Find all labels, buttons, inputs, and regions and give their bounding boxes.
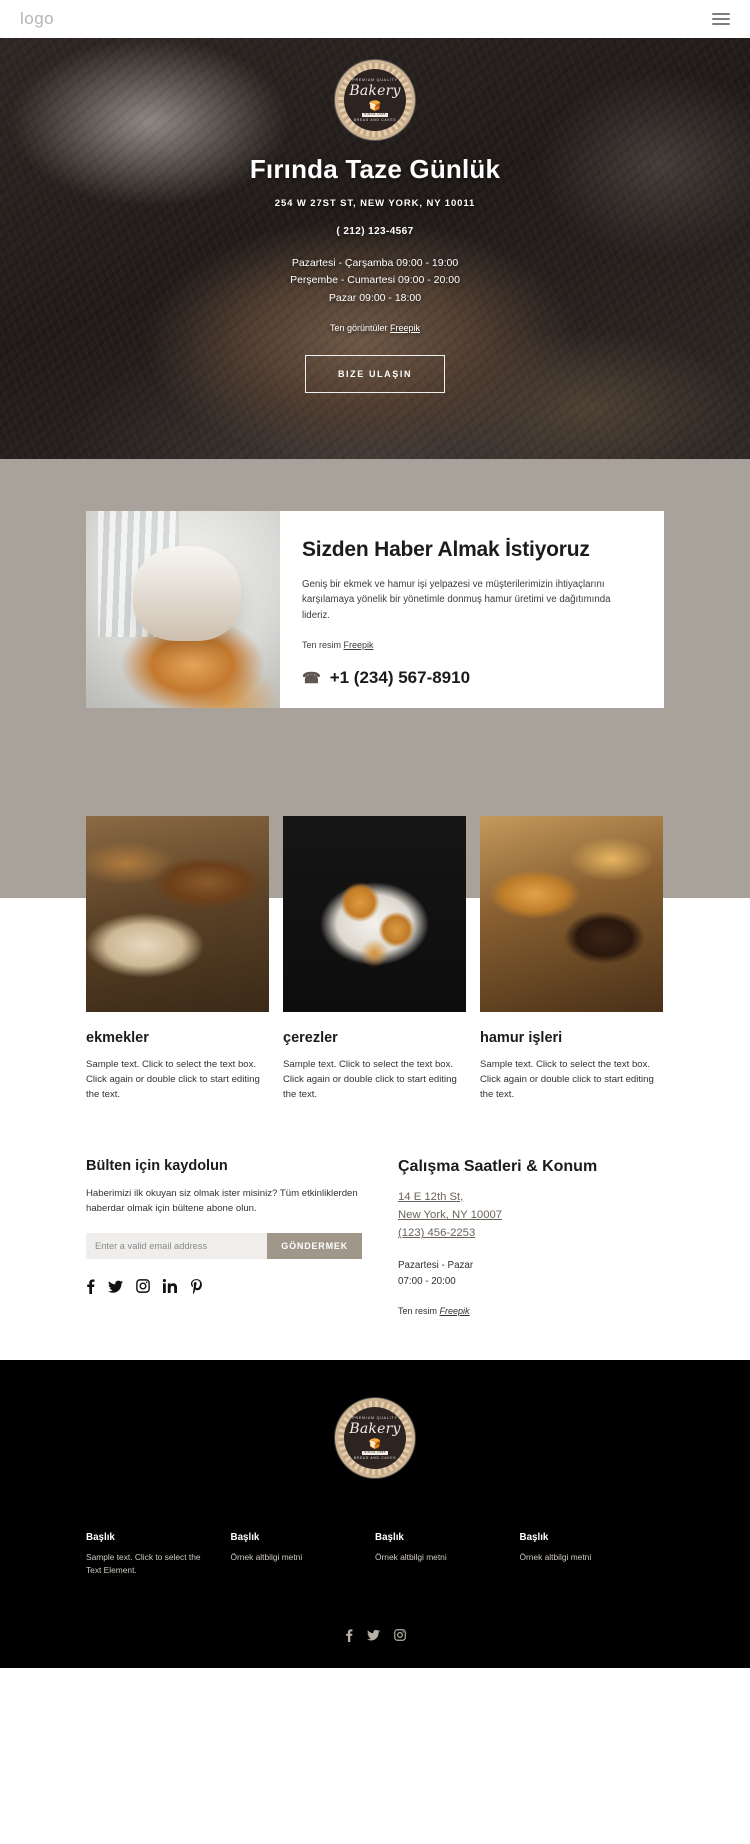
footer-column-title: Başlık — [519, 1531, 549, 1543]
hero-hours: Pazartesi - Çarşamba 09:00 - 19:00 Perşe… — [0, 255, 750, 307]
hero-hours-line: Perşembe - Cumartesi 09:00 - 20:00 — [290, 274, 460, 287]
address-line-1[interactable]: 14 E 12th St, — [398, 1188, 664, 1206]
footer-column: Başlık Örnek altbilgi metni — [375, 1532, 520, 1577]
twitter-icon[interactable] — [366, 1629, 380, 1642]
site-logo[interactable]: logo — [20, 9, 54, 29]
email-input[interactable] — [86, 1232, 268, 1259]
footer-column-text: Örnek altbilgi metni — [519, 1551, 592, 1562]
badge-bottom-text: BREAD AND CAKES — [353, 117, 397, 122]
footer-column-text: Sample text. Click to select the Text El… — [86, 1551, 201, 1575]
newsletter-description: Haberimizi ilk okuyan siz olmak ister mi… — [86, 1187, 358, 1215]
newsletter-title: Bülten için kaydolun — [86, 1157, 228, 1174]
product-image — [480, 815, 663, 1012]
product-cards: ekmekler Sample text. Click to select th… — [86, 815, 664, 1103]
opening-hours: Pazartesi - Pazar 07:00 - 20:00 — [398, 1258, 664, 1290]
hero-hours-line: Pazartesi - Çarşamba 09:00 - 19:00 — [291, 257, 459, 269]
hours-credit-prefix: Ten resim — [398, 1305, 440, 1316]
product-title: çerezler — [283, 1029, 338, 1046]
newsletter-form: GÖNDERMEK — [86, 1232, 362, 1259]
newsletter-block: Bülten için kaydolun Haberimizi ilk okuy… — [86, 1158, 386, 1316]
hero-section: PREMIUM QUALITY Bakery 🍞 SINCE 1988 BREA… — [0, 38, 750, 459]
newsletter-and-hours-section: Bülten için kaydolun Haberimizi ilk okuy… — [86, 1108, 664, 1360]
product-text: Sample text. Click to select the text bo… — [480, 1058, 654, 1101]
hero-image-credit: Ten görüntüler Freepik — [0, 323, 750, 333]
footer-columns: Başlık Sample text. Click to select the … — [86, 1532, 664, 1577]
hero-title: Fırında Taze Günlük — [249, 154, 501, 184]
newsletter-submit-button[interactable]: GÖNDERMEK — [267, 1232, 362, 1259]
footer-column-title: Başlık — [375, 1531, 404, 1543]
footer-column-title: Başlık — [86, 1531, 115, 1543]
contact-us-button[interactable]: BIZE ULAŞIN — [304, 354, 446, 393]
product-cards-wrap: ekmekler Sample text. Click to select th… — [0, 767, 750, 1108]
about-credit-link[interactable]: Freepik — [344, 640, 374, 650]
about-phone-row[interactable]: ☎ +1 (234) 567-8910 — [302, 668, 638, 688]
twitter-icon[interactable] — [108, 1280, 123, 1293]
hero-credit-prefix: Ten görüntüler — [329, 322, 391, 333]
product-text: Sample text. Click to select the text bo… — [86, 1058, 260, 1101]
footer-badge-top-text: PREMIUM QUALITY — [352, 1415, 398, 1420]
hero-credit-link[interactable]: Freepik — [390, 323, 420, 333]
footer-badge-since: SINCE 1988 — [362, 1449, 388, 1455]
badge-name: Bakery — [349, 83, 401, 100]
wheat-icon: 🍞 — [368, 100, 382, 112]
footer-column-title: Başlık — [230, 1531, 260, 1543]
opening-time: 07:00 - 20:00 — [398, 1275, 456, 1287]
instagram-icon[interactable] — [393, 1629, 406, 1642]
product-text: Sample text. Click to select the text bo… — [283, 1058, 457, 1101]
site-footer: PREMIUM QUALITY Bakery 🍞 SINCE 1988 BREA… — [0, 1359, 750, 1668]
bakery-logo-badge: PREMIUM QUALITY Bakery 🍞 SINCE 1988 BREA… — [335, 60, 415, 140]
newsletter-social-row — [86, 1278, 362, 1294]
badge-since: SINCE 1988 — [362, 111, 388, 117]
about-image — [86, 511, 280, 708]
facebook-icon[interactable] — [86, 1279, 95, 1294]
location-phone[interactable]: (123) 456-2253 — [398, 1224, 664, 1242]
hamburger-icon[interactable] — [712, 10, 730, 28]
footer-column: Başlık Sample text. Click to select the … — [86, 1532, 231, 1577]
hours-location-title: Çalışma Saatleri & Konum — [398, 1157, 598, 1175]
about-card: Sizden Haber Almak İstiyoruz Geniş bir e… — [86, 511, 664, 708]
hero-hours-line: Pazar 09:00 - 18:00 — [328, 291, 422, 304]
product-card[interactable]: çerezler Sample text. Click to select th… — [283, 815, 466, 1103]
hours-image-credit: Ten resim Freepik — [398, 1306, 664, 1316]
product-title: hamur işleri — [480, 1029, 563, 1046]
footer-social-row — [0, 1629, 750, 1642]
footer-wheat-icon: 🍞 — [368, 1438, 382, 1450]
about-image-credit: Ten resim Freepik — [302, 640, 638, 650]
phone-icon: ☎ — [302, 669, 321, 687]
footer-badge-name: Bakery — [349, 1421, 401, 1438]
footer-column: Başlık Örnek altbilgi metni — [520, 1532, 665, 1577]
about-section: Sizden Haber Almak İstiyoruz Geniş bir e… — [0, 459, 750, 1108]
instagram-icon[interactable] — [136, 1279, 150, 1294]
about-credit-prefix: Ten resim — [302, 639, 344, 650]
hours-location-block: Çalışma Saatleri & Konum 14 E 12th St, N… — [386, 1158, 664, 1316]
hero-address: 254 W 27ST ST, NEW YORK, NY 10011 — [274, 198, 476, 209]
hero-phone: ( 212) 123-4567 — [336, 226, 414, 237]
address-line-2[interactable]: New York, NY 10007 — [398, 1206, 664, 1224]
about-description: Geniş bir ekmek ve hamur işi yelpazesi v… — [302, 578, 611, 622]
facebook-icon[interactable] — [345, 1629, 353, 1642]
about-title: Sizden Haber Almak İstiyoruz — [302, 538, 590, 561]
badge-top-text: PREMIUM QUALITY — [352, 78, 398, 82]
product-image — [86, 815, 269, 1012]
product-title: ekmekler — [86, 1029, 149, 1046]
site-header: logo — [0, 0, 750, 38]
pinterest-icon[interactable] — [190, 1278, 203, 1294]
footer-column-text: Örnek altbilgi metni — [230, 1551, 303, 1562]
footer-bakery-logo-badge: PREMIUM QUALITY Bakery 🍞 SINCE 1988 BREA… — [335, 1397, 415, 1478]
product-card[interactable]: hamur işleri Sample text. Click to selec… — [480, 815, 663, 1103]
opening-days: Pazartesi - Pazar — [398, 1259, 474, 1271]
footer-badge-bottom-text: BREAD AND CAKES — [353, 1455, 397, 1460]
hours-credit-link[interactable]: Freepik — [440, 1306, 470, 1316]
product-image — [283, 815, 466, 1012]
linkedin-icon[interactable] — [163, 1279, 177, 1294]
footer-column: Başlık Örnek altbilgi metni — [231, 1532, 376, 1577]
product-card[interactable]: ekmekler Sample text. Click to select th… — [86, 815, 269, 1103]
about-phone-number: +1 (234) 567-8910 — [329, 667, 471, 687]
footer-column-text: Örnek altbilgi metni — [375, 1551, 447, 1562]
